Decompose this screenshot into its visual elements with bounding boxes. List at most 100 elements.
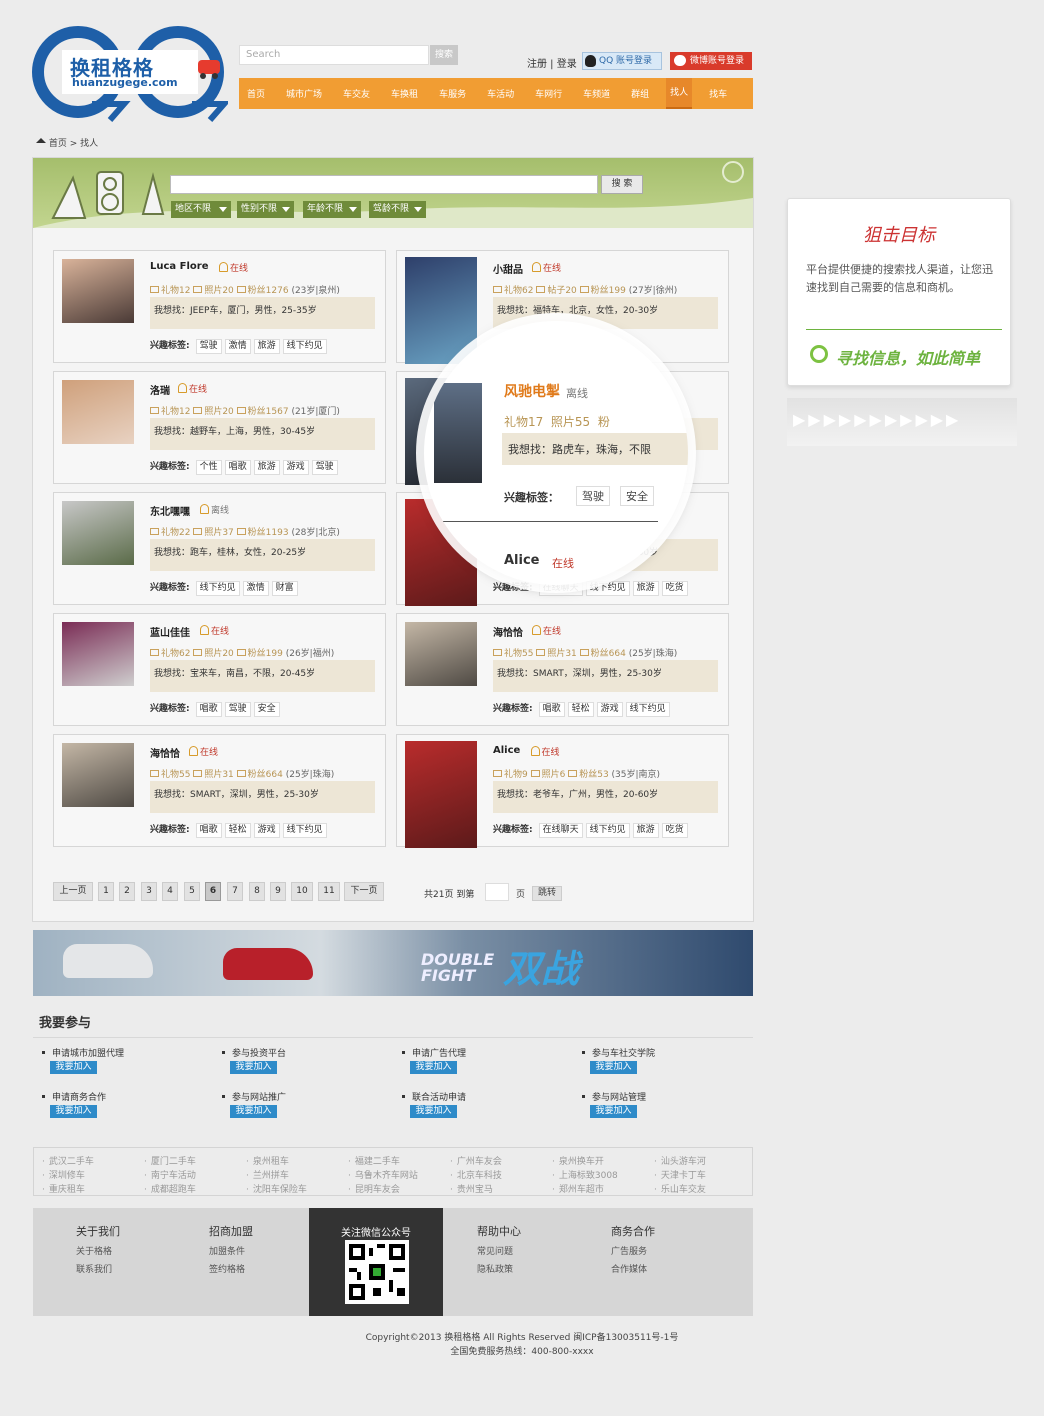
user-card[interactable]: 海恰恰 在线 礼物55 照片31 粉丝664 (25岁|珠海) 我想找：SMART，深… [53, 734, 386, 847]
page-number[interactable]: 8 [249, 882, 265, 901]
city-link[interactable]: 成都超跑车 [144, 1182, 196, 1195]
user-card[interactable]: Alice 在线礼物9 照片6 粉丝53 (35岁|南京)我想找：老爷车，广州，男… [396, 734, 729, 848]
interest-tag[interactable]: 线下约见 [195, 581, 240, 596]
nav-item[interactable]: 车交友 [343, 87, 370, 100]
user-card[interactable]: 蓝山佳佳 在线 礼物62 照片20 粉丝199 (26岁|福州) 我想找：宝来车，南昌… [53, 613, 386, 726]
nav-item[interactable]: 首页 [247, 87, 265, 100]
footer-link[interactable]: 签约格格 [209, 1262, 245, 1275]
join-button[interactable]: 我要加入 [410, 1061, 457, 1074]
user-card[interactable]: 洛瑞 在线 礼物12 照片20 粉丝1567 (21岁|厦门) 我想找：越野车，上海，… [53, 371, 386, 484]
page-number[interactable]: 7 [227, 882, 243, 901]
people-search-input[interactable] [170, 175, 598, 194]
city-link[interactable]: 沈阳车保险车 [246, 1182, 307, 1195]
join-button[interactable]: 我要加入 [590, 1105, 637, 1118]
page-number[interactable]: 10 [291, 882, 313, 901]
magnified-name[interactable]: 风驰电掣 [504, 381, 560, 401]
city-link[interactable]: 乐山车交友 [654, 1182, 706, 1195]
filter-gender[interactable]: 性别不限 [237, 201, 294, 218]
weibo-login-button[interactable]: 微博账号登录 [670, 52, 752, 70]
city-link[interactable]: 深圳修车 [42, 1168, 85, 1181]
interest-tag[interactable]: 吃货 [661, 823, 688, 838]
filter-region[interactable]: 地区不限 [171, 201, 231, 218]
user-avatar[interactable] [62, 259, 134, 323]
city-link[interactable]: 兰州拼车 [246, 1168, 289, 1181]
interest-tag[interactable]: 线下约见 [282, 339, 327, 354]
interest-tag[interactable]: 驾驶 [195, 339, 222, 354]
page-number[interactable]: 11 [318, 882, 340, 901]
page-number[interactable]: 3 [141, 882, 157, 901]
page-jump-input[interactable] [485, 883, 509, 901]
city-link[interactable]: 乌鲁木齐车网站 [348, 1168, 418, 1181]
interest-tag[interactable]: 旅游 [253, 339, 280, 354]
city-link[interactable]: 昆明车友会 [348, 1182, 400, 1195]
user-name[interactable]: 蓝山佳佳 [150, 624, 190, 639]
city-link[interactable]: 广州车友会 [450, 1154, 502, 1167]
interest-tag[interactable]: 旅游 [253, 460, 280, 475]
footer-link[interactable]: 合作媒体 [611, 1262, 647, 1275]
footer-link[interactable]: 关于格格 [76, 1244, 112, 1257]
user-avatar[interactable] [62, 501, 134, 565]
next-page-button[interactable]: 下一页 [344, 882, 384, 901]
interest-tag[interactable]: 线下约见 [282, 823, 327, 838]
city-link[interactable]: 泉州租车 [246, 1154, 289, 1167]
interest-tag[interactable]: 唱歌 [195, 702, 222, 717]
interest-tag[interactable]: 轻松 [224, 823, 251, 838]
user-avatar[interactable] [62, 622, 134, 686]
interest-tag[interactable]: 唱歌 [224, 460, 251, 475]
city-link[interactable]: 上海标致3008 [552, 1168, 618, 1181]
join-button[interactable]: 我要加入 [50, 1061, 97, 1074]
city-link[interactable]: 贵州宝马 [450, 1182, 493, 1195]
footer-link[interactable]: 隐私政策 [477, 1262, 513, 1275]
city-link[interactable]: 汕头游车河 [654, 1154, 706, 1167]
magnified-next-name[interactable]: Alice [504, 553, 540, 568]
interest-tag[interactable]: 在线聊天 [538, 823, 583, 838]
user-avatar[interactable] [62, 380, 134, 444]
page-number[interactable]: 5 [184, 882, 200, 901]
page-number[interactable]: 2 [119, 882, 135, 901]
site-search-input[interactable]: Search [239, 45, 429, 65]
footer-link[interactable]: 广告服务 [611, 1244, 647, 1257]
city-link[interactable]: 北京车科技 [450, 1168, 502, 1181]
interest-tag[interactable]: 线下约见 [585, 823, 630, 838]
footer-link[interactable]: 常见问题 [477, 1244, 513, 1257]
footer-link[interactable]: 加盟条件 [209, 1244, 245, 1257]
user-card[interactable]: 东北嘿嘿 离线 礼物22 照片37 粉丝1193 (28岁|北京) 我想找：跑车，桂林… [53, 492, 386, 605]
interest-tag[interactable]: 唱歌 [195, 823, 222, 838]
interest-tag[interactable]: 个性 [195, 460, 222, 475]
join-button[interactable]: 我要加入 [590, 1061, 637, 1074]
user-avatar[interactable] [405, 622, 477, 686]
magnified-tag[interactable]: 驾驶 [576, 486, 610, 506]
interest-tag[interactable]: 游戏 [253, 823, 280, 838]
nav-item[interactable]: 找车 [709, 87, 727, 100]
city-link[interactable]: 厦门二手车 [144, 1154, 196, 1167]
page-jump-button[interactable]: 跳转 [532, 886, 562, 901]
interest-tag[interactable]: 旅游 [632, 823, 659, 838]
breadcrumb-home[interactable]: 首页 [49, 139, 67, 149]
user-avatar[interactable] [405, 257, 477, 364]
nav-item[interactable]: 车网行 [535, 87, 562, 100]
nav-item[interactable]: 找人 [666, 78, 693, 109]
user-name[interactable]: 东北嘿嘿 [150, 503, 190, 518]
page-number[interactable]: 6 [205, 882, 221, 901]
nav-item[interactable]: 车活动 [487, 87, 514, 100]
interest-tag[interactable]: 线下约见 [625, 702, 670, 717]
footer-link[interactable]: 联系我们 [76, 1262, 112, 1275]
interest-tag[interactable]: 旅游 [632, 581, 659, 596]
city-link[interactable]: 武汉二手车 [42, 1154, 94, 1167]
user-name[interactable]: 洛瑞 [150, 382, 170, 397]
user-card[interactable]: Luca Flore 在线 礼物12 照片20 粉丝1276 (23岁|泉州) 我想找… [53, 250, 386, 363]
city-link[interactable]: 重庆租车 [42, 1182, 85, 1195]
ad-banner[interactable]: DOUBLE FIGHT 双战 [33, 930, 753, 996]
interest-tag[interactable]: 游戏 [596, 702, 623, 717]
user-name[interactable]: Alice [493, 745, 520, 756]
city-link[interactable]: 福建二手车 [348, 1154, 400, 1167]
page-number[interactable]: 9 [270, 882, 286, 901]
interest-tag[interactable]: 驾驶 [311, 460, 338, 475]
interest-tag[interactable]: 轻松 [567, 702, 594, 717]
city-link[interactable]: 郑州车超市 [552, 1182, 604, 1195]
interest-tag[interactable]: 吃货 [661, 581, 688, 596]
interest-tag[interactable]: 唱歌 [538, 702, 565, 717]
prev-page-button[interactable]: 上一页 [53, 882, 93, 901]
city-link[interactable]: 泉州换车开 [552, 1154, 604, 1167]
interest-tag[interactable]: 激情 [242, 581, 269, 596]
